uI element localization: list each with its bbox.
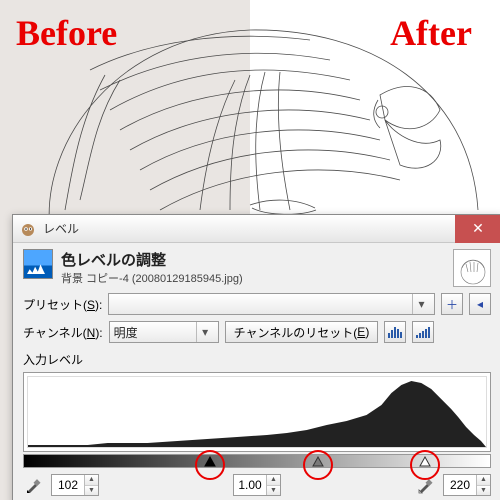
dialog-title: 色レベルの調整	[61, 249, 445, 270]
log-histogram-button[interactable]	[412, 321, 434, 343]
eyedropper-white-icon	[417, 476, 435, 494]
close-icon: ✕	[472, 220, 484, 237]
white-point-value: 220	[444, 475, 476, 495]
spin-down[interactable]: ▼	[267, 486, 280, 496]
black-eyedropper-button[interactable]	[23, 474, 45, 496]
channel-label: チャンネル(N):	[23, 324, 103, 341]
black-point-spinner[interactable]: 102 ▲▼	[51, 474, 99, 496]
preset-menu-button[interactable]: ◂	[469, 293, 491, 315]
layer-thumbnail[interactable]	[453, 249, 491, 287]
histogram-plot	[28, 377, 486, 447]
spin-up[interactable]: ▲	[267, 475, 280, 486]
spin-down[interactable]: ▼	[85, 486, 98, 496]
white-eyedropper-button[interactable]	[415, 474, 437, 496]
plus-icon: ＋	[446, 296, 458, 313]
eyedropper-black-icon	[25, 476, 43, 494]
linear-histogram-icon	[387, 325, 403, 339]
chevron-down-icon: ▾	[412, 294, 430, 314]
gamma-value: 1.00	[234, 475, 266, 495]
close-button[interactable]: ✕	[455, 215, 500, 243]
dialog-subtitle: 背景 コピー-4 (20080129185945.jpg)	[61, 270, 445, 286]
after-label: After	[390, 12, 472, 54]
titlebar[interactable]: レベル ✕	[13, 215, 500, 243]
levels-icon	[23, 249, 53, 279]
white-point-slider[interactable]	[419, 455, 431, 467]
linear-histogram-button[interactable]	[384, 321, 406, 343]
histogram[interactable]	[23, 372, 491, 452]
levels-dialog: レベル ✕ 色レベルの調整 背景 コピー-4 (20080129185945.j…	[12, 214, 500, 500]
menu-arrow-icon: ◂	[477, 297, 483, 311]
preset-combo[interactable]: ▾	[108, 293, 435, 315]
preset-label: プリセット(S):	[23, 296, 102, 313]
spin-down[interactable]: ▼	[477, 486, 490, 496]
channel-value: 明度	[114, 324, 196, 341]
channel-combo[interactable]: 明度 ▾	[109, 321, 219, 343]
gamma-spinner[interactable]: 1.00 ▲▼	[233, 474, 281, 496]
spin-up[interactable]: ▲	[477, 475, 490, 486]
log-histogram-icon	[415, 325, 431, 339]
window-title: レベル	[43, 220, 449, 237]
channel-reset-button[interactable]: チャンネルのリセット(E)	[225, 321, 379, 343]
input-levels-label: 入力レベル	[23, 351, 491, 368]
spin-up[interactable]: ▲	[85, 475, 98, 486]
chevron-down-icon: ▾	[196, 322, 214, 342]
app-icon	[19, 220, 37, 238]
before-label: Before	[16, 12, 117, 54]
black-point-slider[interactable]	[204, 455, 216, 467]
input-gradient[interactable]	[23, 454, 491, 468]
gamma-slider[interactable]	[312, 455, 324, 467]
white-point-spinner[interactable]: 220 ▲▼	[443, 474, 491, 496]
black-point-value: 102	[52, 475, 84, 495]
preset-add-button[interactable]: ＋	[441, 293, 463, 315]
